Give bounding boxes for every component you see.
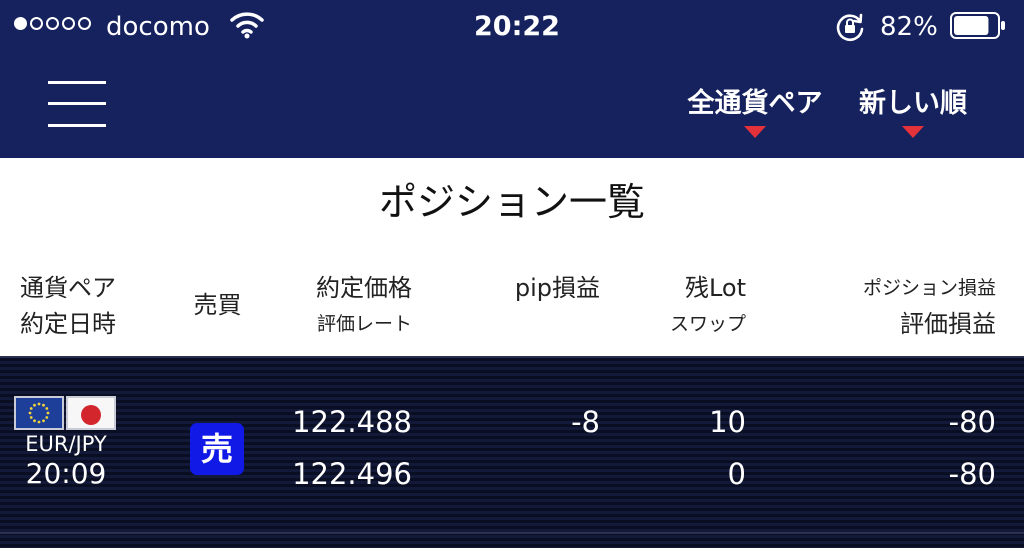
signal-dot <box>30 17 43 30</box>
evaluation-profit-loss: -80 <box>948 457 996 491</box>
dropdown-triangle-icon <box>744 126 766 138</box>
rotation-lock-icon <box>836 13 864 42</box>
position-row[interactable]: EUR/JPY 20:09 売 122.488 122.496 -8 10 0 … <box>0 356 1024 548</box>
contract-price: 122.488 <box>292 405 412 439</box>
column-header-price: 約定価格 評価レート <box>250 270 412 342</box>
sort-order-filter[interactable]: 新しい順 <box>852 86 974 138</box>
column-header-lot-label: 残Lot <box>684 274 746 302</box>
battery-percent: 82% <box>880 12 938 42</box>
position-time: 20:09 <box>25 457 107 490</box>
status-time: 20:22 <box>474 11 560 42</box>
wifi-icon <box>230 12 264 39</box>
row-divider <box>0 532 1024 534</box>
menu-line <box>48 81 106 84</box>
column-header-eval-pl-label: 評価損益 <box>900 310 996 338</box>
signal-strength-icon <box>14 17 91 30</box>
japan-flag-icon <box>66 396 116 430</box>
evaluation-rate: 122.496 <box>292 457 412 491</box>
page-title: ポジション一覧 <box>378 180 645 224</box>
column-header-pair: 通貨ペア 約定日時 <box>20 270 116 342</box>
pip-profit-loss: -8 <box>571 405 600 439</box>
column-header-pip-label: pip損益 <box>514 274 600 302</box>
column-header-rate-label: 評価レート <box>316 313 412 335</box>
status-bar: docomo 20:22 82% <box>0 0 1024 54</box>
position-pair: EUR/JPY <box>25 432 107 456</box>
carrier-name: docomo <box>106 12 210 42</box>
currency-pair-filter[interactable]: 全通貨ペア <box>680 86 830 138</box>
remaining-lot: 10 <box>709 405 746 439</box>
signal-dot <box>14 17 27 30</box>
column-header-pair-label: 通貨ペア <box>20 274 116 302</box>
sort-order-filter-label: 新しい順 <box>859 88 967 119</box>
signal-dot <box>78 17 91 30</box>
column-header-pip: pip損益 <box>470 270 600 306</box>
signal-dot <box>46 17 59 30</box>
menu-line <box>48 124 106 127</box>
sell-badge: 売 <box>190 423 244 475</box>
column-header-time-label: 約定日時 <box>20 310 116 338</box>
column-header-position-pl-label: ポジション損益 <box>862 277 996 299</box>
currency-pair-filter-label: 全通貨ペア <box>687 88 823 119</box>
battery-icon <box>950 12 1005 39</box>
japan-flag-sun <box>81 405 101 425</box>
swap-value: 0 <box>727 457 746 491</box>
eu-flag-icon <box>14 396 64 430</box>
menu-line <box>48 102 106 105</box>
nav-bar: 全通貨ペア 新しい順 <box>0 54 1024 158</box>
column-header-pl: ポジション損益 評価損益 <box>800 270 996 342</box>
column-header-lot: 残Lot スワップ <box>640 270 746 342</box>
dropdown-triangle-icon <box>902 126 924 138</box>
screen: docomo 20:22 82% 全通貨ペア 新しい順 ポジション一覧 通貨ペア… <box>0 0 1024 548</box>
column-header-swap-label: スワップ <box>669 313 746 335</box>
column-header-contract-price-label: 約定価格 <box>316 274 412 302</box>
hamburger-menu-icon[interactable] <box>48 81 106 127</box>
eu-stars-icon <box>28 402 50 424</box>
position-profit-loss: -80 <box>948 405 996 439</box>
signal-dot <box>62 17 75 30</box>
